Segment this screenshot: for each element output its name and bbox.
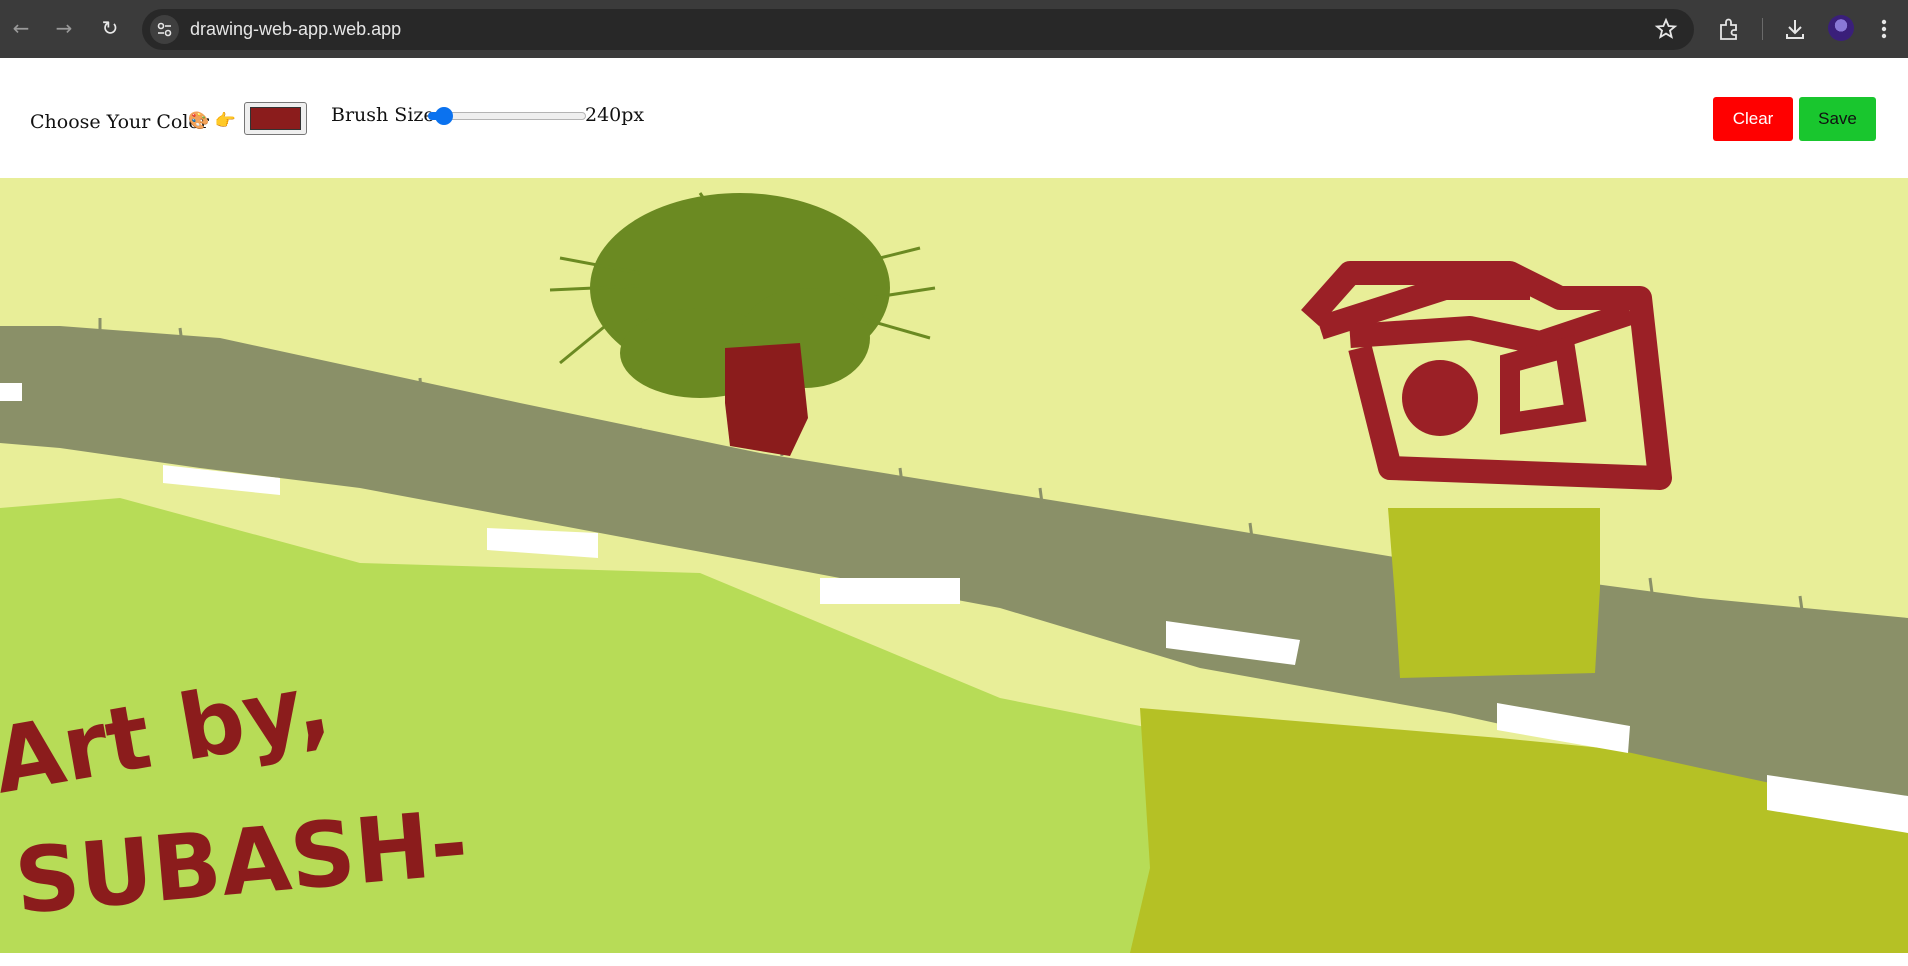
url-text[interactable]: drawing-web-app.web.app: [190, 9, 401, 50]
profile-avatar[interactable]: [1828, 15, 1854, 41]
address-bar[interactable]: drawing-web-app.web.app: [142, 9, 1694, 50]
more-menu-icon[interactable]: [1880, 16, 1888, 42]
drawing-canvas[interactable]: Art by, SUBASH-: [0, 178, 1908, 953]
color-picker-input[interactable]: [244, 102, 307, 135]
site-info-icon[interactable]: [150, 15, 179, 44]
download-icon[interactable]: [1782, 16, 1808, 42]
house-window: [1402, 360, 1478, 436]
browser-chrome: ← → ↻ drawing-web-app.web.app: [0, 0, 1908, 58]
app-toolbar: Choose Your Color 🎨 👉 Brush Size 240px C…: [0, 58, 1908, 178]
brush-size-value: 240px: [585, 104, 645, 126]
reload-icon[interactable]: ↻: [96, 14, 124, 42]
extensions-icon[interactable]: [1716, 16, 1742, 42]
slider-thumb[interactable]: [435, 107, 453, 125]
bookmark-star-icon[interactable]: [1654, 17, 1678, 41]
palette-pointer-emoji: 🎨 👉: [188, 111, 236, 131]
clear-button[interactable]: Clear: [1713, 97, 1793, 141]
back-icon[interactable]: ←: [7, 14, 35, 42]
brush-size-label: Brush Size: [331, 104, 435, 126]
tree-trunk: [725, 343, 808, 456]
color-swatch[interactable]: [250, 107, 301, 130]
house-base: [1388, 508, 1600, 678]
save-button[interactable]: Save: [1799, 97, 1876, 141]
color-label: Choose Your Color: [30, 111, 209, 133]
brush-size-slider[interactable]: [428, 107, 586, 125]
toolbar-separator: [1762, 18, 1763, 40]
forward-icon[interactable]: →: [50, 14, 78, 42]
